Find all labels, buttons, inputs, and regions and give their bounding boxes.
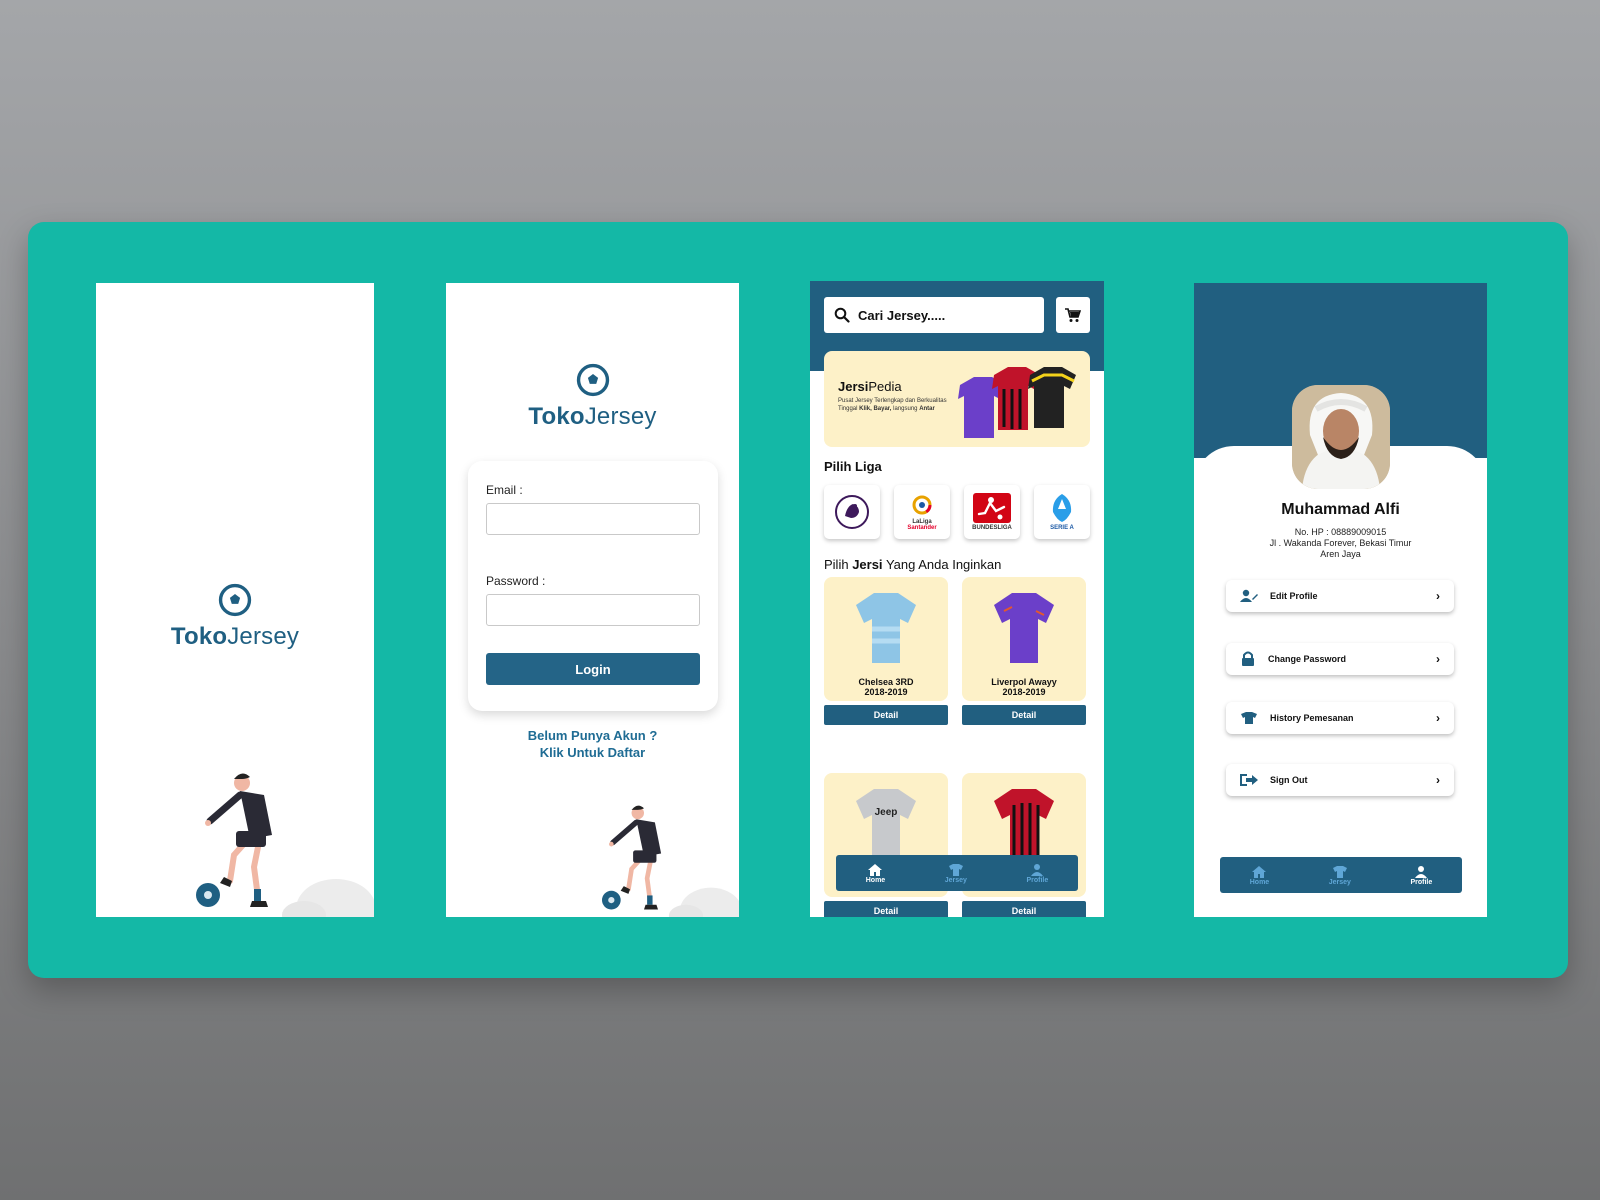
- nav-jersey[interactable]: Jersey: [1329, 865, 1351, 886]
- brand-wordmark: TokoJersey: [528, 403, 657, 430]
- detail-button[interactable]: Detail: [962, 901, 1086, 917]
- lock-icon: [1242, 651, 1254, 666]
- chelsea-jersey-image: [856, 593, 916, 663]
- nav-home[interactable]: Home: [866, 863, 885, 884]
- user-icon: [1031, 863, 1044, 876]
- home-icon: [1252, 865, 1267, 878]
- nav-jersey[interactable]: Jersey: [945, 863, 967, 884]
- signup-line-1: Belum Punya Akun ?: [527, 728, 658, 743]
- login-screen: TokoJersey Email : Password : Login Belu…: [446, 283, 739, 917]
- password-label: Password :: [486, 574, 546, 588]
- user-icon: [1415, 865, 1428, 878]
- brand-logo-block: TokoJersey: [446, 363, 739, 431]
- password-field[interactable]: [486, 594, 700, 626]
- serie-a-text: SERIE A: [1050, 525, 1074, 531]
- avatar: [1292, 385, 1390, 489]
- liverpool-jersey-image: [994, 593, 1054, 663]
- league-premier-league[interactable]: [824, 485, 880, 539]
- email-label: Email :: [486, 483, 523, 497]
- cart-button[interactable]: [1056, 297, 1090, 333]
- league-bundesliga[interactable]: BUNDESLIGA: [964, 485, 1020, 539]
- menu-history-pemesanan[interactable]: History Pemesanan ›: [1226, 702, 1454, 734]
- shirt-icon: [948, 863, 963, 876]
- address-line-2: Aren Jaya: [1320, 549, 1361, 559]
- address-line-1: Jl . Wakanda Forever, Bekasi Timur: [1269, 538, 1412, 548]
- jersey-card-liverpool[interactable]: Liverpol Awayy 2018-2019: [962, 577, 1086, 701]
- soccer-player-illustration: [196, 773, 374, 917]
- pilih-jersi-heading: Pilih Jersi Yang Anda Inginkan: [824, 557, 1002, 572]
- splash-screen: TokoJersey: [96, 283, 374, 917]
- profile-screen: Muhammad Alfi No. HP : 08889009015 Jl . …: [1194, 283, 1487, 917]
- shirt-icon: [1241, 712, 1257, 724]
- soccer-ball-logo-icon: [576, 363, 609, 397]
- search-bar[interactable]: Cari Jersey.....: [824, 297, 1044, 333]
- jersey-card-chelsea[interactable]: Chelsea 3RD 2018-2019: [824, 577, 948, 701]
- premier-league-logo-icon: [835, 495, 869, 529]
- nav-profile[interactable]: Profile: [1026, 863, 1048, 884]
- search-input[interactable]: Cari Jersey.....: [858, 308, 945, 323]
- nav-home[interactable]: Home: [1250, 865, 1269, 886]
- profile-name: Muhammad Alfi: [1281, 501, 1400, 518]
- avatar-photo: [1292, 385, 1390, 489]
- login-form-card: Email : Password : Login: [468, 461, 718, 711]
- search-icon: [834, 307, 850, 323]
- sign-out-icon: [1240, 774, 1258, 786]
- league-laliga[interactable]: LaLiga Santander: [894, 485, 950, 539]
- phone-text: No. HP : 08889009015: [1294, 527, 1387, 537]
- banner-description: Pusat Jersey Terlengkap dan Berkualitas …: [838, 398, 947, 412]
- detail-button[interactable]: Detail: [962, 705, 1086, 725]
- user-edit-icon: [1240, 589, 1258, 602]
- cart-icon: [1065, 307, 1081, 322]
- soccer-ball-logo-icon: [218, 583, 252, 617]
- chevron-right-icon: ›: [1436, 652, 1440, 666]
- email-field[interactable]: [486, 503, 700, 535]
- brand-logo-block: TokoJersey: [96, 583, 374, 651]
- chevron-right-icon: ›: [1436, 589, 1440, 603]
- bundesliga-text: BUNDESLIGA: [972, 525, 1012, 531]
- milan-jersey-image: [994, 789, 1054, 859]
- bundesliga-logo-icon: [973, 493, 1011, 523]
- signup-link[interactable]: Belum Punya Akun ? Klik Untuk Daftar: [446, 727, 739, 761]
- pilih-liga-heading-bold: Pilih Liga: [824, 459, 882, 474]
- menu-change-password[interactable]: Change Password ›: [1226, 643, 1454, 675]
- promo-banner[interactable]: JersiPedia Pusat Jersey Terlengkap dan B…: [824, 351, 1090, 447]
- signup-line-2: Klik Untuk Daftar: [539, 745, 646, 760]
- bottom-nav: Home Jersey Profile: [836, 855, 1078, 891]
- home-icon: [868, 863, 883, 876]
- banner-jerseys-image: [958, 367, 1076, 438]
- jersey-name: Chelsea 3RD 2018-2019: [858, 677, 914, 697]
- detail-button[interactable]: Detail: [824, 705, 948, 725]
- profile-info: No. HP : 08889009015 Jl . Wakanda Foreve…: [1194, 527, 1487, 560]
- jersey-name: Liverpol Awayy 2018-2019: [991, 677, 1057, 697]
- login-button[interactable]: Login: [486, 653, 700, 685]
- brand-wordmark: TokoJersey: [170, 623, 300, 650]
- detail-button[interactable]: Detail: [824, 901, 948, 917]
- menu-sign-out[interactable]: Sign Out ›: [1226, 764, 1454, 796]
- banner-title: JersiPedia: [838, 379, 902, 394]
- chevron-right-icon: ›: [1436, 773, 1440, 787]
- nav-profile[interactable]: Profile: [1410, 865, 1432, 886]
- serie-a-logo-icon: [1052, 494, 1072, 522]
- santander-text: Santander: [907, 525, 937, 531]
- shirt-icon: [1332, 865, 1347, 878]
- laliga-logo-icon: [912, 495, 932, 515]
- bottom-nav: Home Jersey Profile: [1220, 857, 1462, 893]
- home-screen: Cari Jersey..... JersiPedia Pusat Jersey…: [810, 281, 1104, 917]
- league-serie-a[interactable]: SERIE A: [1034, 485, 1090, 539]
- svg-text:Jeep: Jeep: [875, 807, 898, 818]
- menu-edit-profile[interactable]: Edit Profile ›: [1226, 580, 1454, 612]
- juventus-jersey-image: Jeep: [856, 789, 916, 859]
- chevron-right-icon: ›: [1436, 711, 1440, 725]
- soccer-player-illustration: [602, 805, 739, 917]
